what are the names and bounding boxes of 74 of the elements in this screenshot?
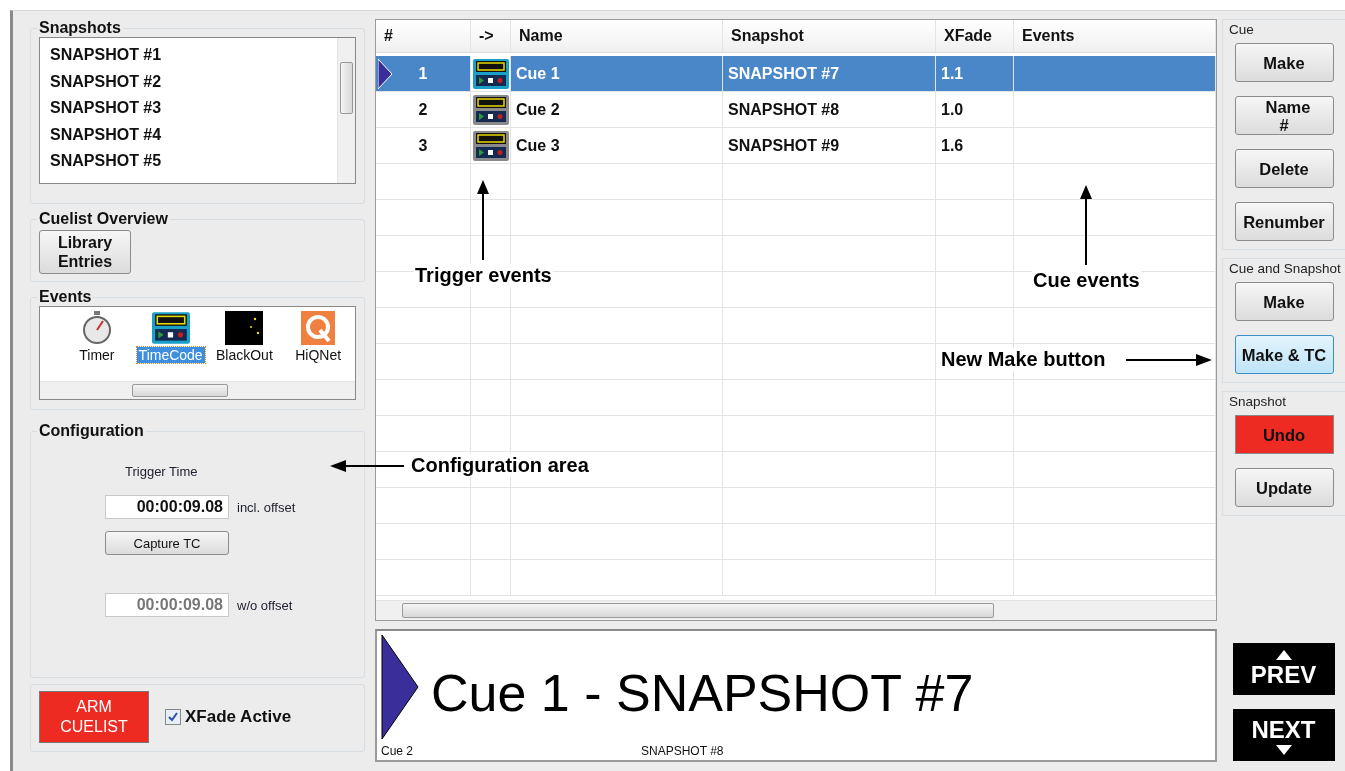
snapshot-item[interactable]: SNAPSHOT #4 [50,121,327,148]
action-button[interactable]: Delete [1234,149,1334,188]
annotation-label: Trigger events [414,264,553,287]
column-header[interactable]: Events [1014,20,1216,53]
timecode-icon [151,311,190,345]
field-label: w/o offset [237,597,293,613]
column-header[interactable]: # [376,20,471,53]
table-cell: SNAPSHOT #9 [723,128,936,164]
action-button[interactable]: Make [1234,43,1334,82]
event-item[interactable]: BlackOut [213,347,275,363]
field-label: Trigger Time [125,464,198,479]
table-cell: 3 [376,128,471,164]
annotation-label: Configuration area [410,454,590,477]
column-header[interactable]: -> [471,20,511,53]
table-cell: 1.6 [936,128,1014,164]
arrow-icon [1126,353,1213,366]
capture-tc-button[interactable]: Capture TC [105,531,229,555]
action-button[interactable]: Undo [1234,415,1334,454]
snapshot-item[interactable]: SNAPSHOT #5 [50,148,327,175]
down-arrow-icon [1275,744,1292,755]
next-cue-text: Cue 2 [381,744,415,758]
table-cell: 1.1 [936,56,1014,92]
group-title: Cuelist Overview [38,210,169,228]
q-logo-icon [301,311,336,345]
xfade-checkbox[interactable]: XFade Active [165,707,292,727]
checkbox-label: XFade Active [185,707,292,727]
arrow-icon [1080,185,1093,265]
checkbox[interactable] [165,709,181,725]
column-header[interactable]: XFade [936,20,1014,53]
table-cell: Cue 2 [511,92,723,128]
prev-button[interactable]: PREV [1232,643,1335,695]
group-title: Snapshots [38,19,122,37]
table-cell: SNAPSHOT #8 [723,92,936,128]
scrollbar[interactable] [337,38,355,183]
group-title: Configuration [38,422,145,440]
event-item[interactable]: Timer [77,347,117,363]
snapshot-item[interactable]: SNAPSHOT #2 [50,68,327,95]
arm-cuelist-button[interactable]: ARM CUELIST [39,691,149,743]
field-label: incl. offset [237,499,296,515]
table-cell: SNAPSHOT #7 [723,56,936,92]
group-title: Cue and Snapshot [1229,261,1341,276]
next-snapshot-text: SNAPSHOT #8 [641,744,724,758]
table-cell: 2 [376,92,471,128]
current-cue-text: Cue 1 - SNAPSHOT #7 [431,662,975,723]
group-title: Cue [1229,22,1254,37]
next-button[interactable]: NEXT [1232,709,1335,761]
column-header[interactable]: Snapshot [723,20,936,53]
scrollbar[interactable] [376,600,1216,620]
annotation-label: New Make button [940,348,1107,371]
action-button[interactable]: Renumber [1234,202,1334,241]
table-cell: Cue 3 [511,128,723,164]
arrow-icon [330,459,404,472]
time-field[interactable]: 00:00:09.08 [105,495,229,519]
snapshot-item[interactable]: SNAPSHOT #1 [50,42,327,69]
event-item[interactable]: HiQNet [293,347,344,363]
action-button[interactable]: Make & TC [1234,335,1334,374]
action-button[interactable]: Make [1234,282,1334,321]
library-entries-button[interactable]: Library Entries [39,230,131,274]
scrollbar[interactable] [40,381,355,399]
pointer-icon [378,59,392,89]
up-arrow-icon [1275,649,1292,660]
group-title: Events [38,288,93,306]
stopwatch-icon [80,311,113,345]
group-title: Snapshot [1229,394,1287,409]
snapshot-item[interactable]: SNAPSHOT #3 [50,95,327,122]
moon-icon [225,311,264,345]
table-cell: 1 [376,56,471,92]
table-cell: 1.0 [936,92,1014,128]
table-cell: Cue 1 [511,56,723,92]
arrow-icon [477,180,490,260]
column-header[interactable]: Name [511,20,723,53]
action-button[interactable]: Update [1234,468,1334,507]
play-marker-icon [381,635,419,739]
action-button[interactable]: Name # [1234,96,1334,135]
